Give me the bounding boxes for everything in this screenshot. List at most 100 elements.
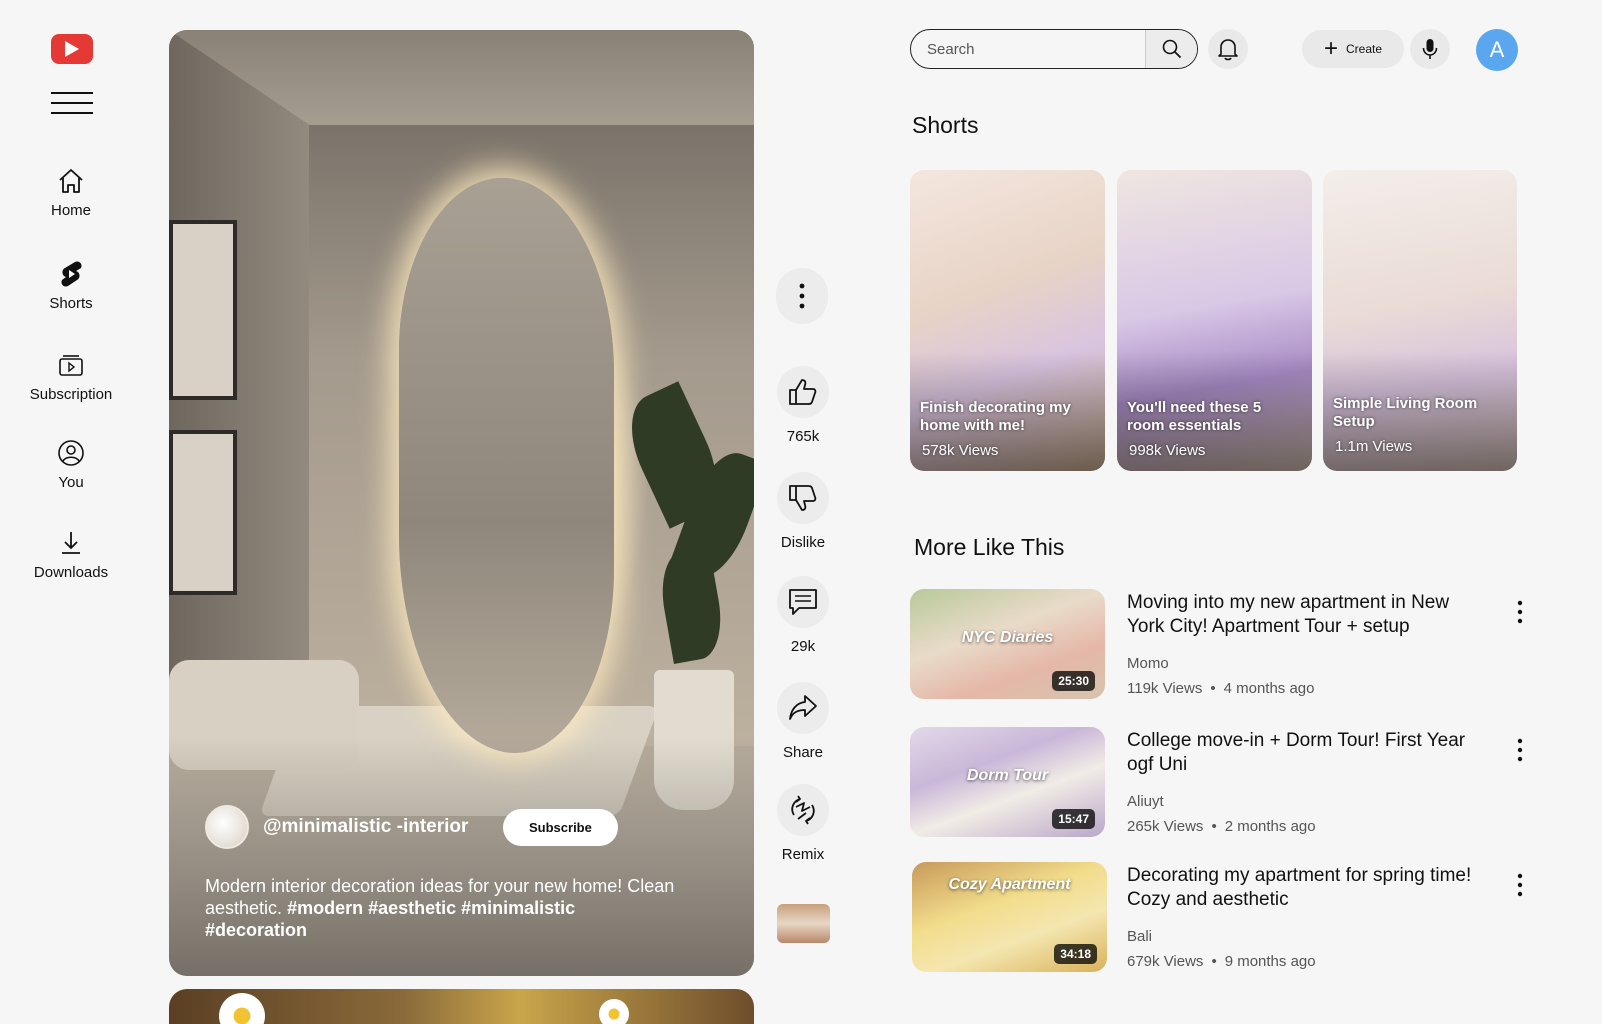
channel-avatar[interactable]: [205, 805, 249, 849]
play-icon: [65, 41, 79, 57]
video-age: 4 months ago: [1223, 680, 1315, 697]
account-avatar[interactable]: A: [1476, 29, 1518, 71]
short-title: Simple Living Room Setup: [1333, 395, 1478, 430]
short-description: Modern interior decoration ideas for you…: [205, 875, 675, 941]
subscribe-button[interactable]: Subscribe: [503, 808, 618, 846]
dislike-label: Dislike: [780, 534, 826, 551]
video-views: 265k Views: [1127, 818, 1204, 835]
youtube-logo[interactable]: [51, 34, 93, 64]
video-title[interactable]: College move-in + Dorm Tour! First Year …: [1127, 729, 1482, 777]
video-age: 9 months ago: [1224, 953, 1316, 970]
subscription-icon: [59, 355, 83, 376]
scene-frame: [169, 220, 237, 400]
separator-dot: •: [1210, 680, 1216, 697]
video-item: Cozy Apartment 34:18 Decorating my apart…: [910, 862, 1540, 974]
video-item: Dorm Tour 15:47 College move-in + Dorm T…: [910, 727, 1540, 839]
channel-name[interactable]: @minimalistic -interior: [263, 816, 503, 838]
comments-button[interactable]: 29k: [774, 576, 832, 655]
shorts-section-title: Shorts: [912, 112, 979, 138]
sidebar-item-label: You: [58, 474, 84, 491]
sidebar-item-label: Shorts: [49, 295, 93, 312]
video-age: 2 months ago: [1224, 818, 1316, 835]
sidebar-item-label: Subscription: [29, 386, 113, 403]
comment-count: 29k: [790, 638, 816, 655]
short-views: 578k Views: [922, 442, 999, 459]
scene-mirror: [399, 178, 614, 753]
sidebar-item-downloads[interactable]: Downloads: [20, 528, 122, 581]
video-meta: 119k Views • 4 months ago: [1127, 680, 1315, 697]
thumbnail-label: Dorm Tour: [966, 767, 1049, 784]
sidebar-item-you[interactable]: You: [20, 438, 122, 491]
user-icon: [58, 440, 84, 466]
more-vert-icon: [799, 283, 805, 309]
sound-thumbnail[interactable]: [777, 904, 830, 943]
sidebar-item-label: Downloads: [33, 564, 109, 581]
video-duration: 25:30: [1052, 671, 1095, 691]
sidebar-item-home[interactable]: Home: [20, 166, 122, 219]
home-icon: [59, 169, 83, 193]
thumbs-down-icon: [789, 485, 817, 511]
video-duration: 15:47: [1052, 809, 1095, 829]
scene-frame: [169, 430, 237, 595]
comment-icon: [789, 589, 817, 615]
thumbs-up-icon: [789, 379, 817, 405]
sidebar-item-label: Home: [50, 202, 91, 219]
download-icon: [62, 532, 80, 554]
channel-row: @minimalistic -interior Subscribe: [205, 805, 618, 849]
short-card[interactable]: Finish decorating my home with me! 578k …: [910, 170, 1105, 471]
share-button[interactable]: Share: [774, 682, 832, 761]
more-vert-icon: [1517, 600, 1523, 624]
more-like-this-title: More Like This: [914, 534, 1065, 560]
search-button[interactable]: [1145, 30, 1197, 68]
video-duration: 34:18: [1054, 944, 1097, 964]
remix-icon: [791, 795, 815, 825]
search-bar: [910, 29, 1198, 69]
more-vert-icon: [1517, 738, 1523, 762]
sidebar-item-shorts[interactable]: Shorts: [20, 259, 122, 312]
share-icon: [789, 695, 817, 720]
voice-search-button[interactable]: [1410, 29, 1450, 69]
short-title: You'll need these 5 room essentials: [1127, 399, 1262, 434]
dislike-button[interactable]: Dislike: [774, 472, 832, 551]
more-options-button[interactable]: [776, 268, 828, 324]
search-input[interactable]: [911, 30, 1145, 68]
short-card[interactable]: Simple Living Room Setup 1.1m Views: [1323, 170, 1517, 471]
video-more-button[interactable]: [1505, 733, 1535, 767]
video-thumbnail[interactable]: Dorm Tour 15:47: [910, 727, 1105, 837]
scene-flower: [599, 999, 629, 1024]
share-label: Share: [782, 744, 824, 761]
video-thumbnail[interactable]: NYC Diaries 25:30: [910, 589, 1105, 699]
video-title[interactable]: Decorating my apartment for spring time!…: [1127, 864, 1482, 912]
thumbnail-label: Cozy Apartment: [948, 876, 1071, 893]
thumbnail-label: NYC Diaries: [961, 629, 1054, 646]
next-short-preview[interactable]: [169, 989, 754, 1024]
remix-label: Remix: [781, 846, 825, 863]
short-views: 1.1m Views: [1335, 438, 1413, 455]
video-more-button[interactable]: [1505, 595, 1535, 629]
sidebar-item-subscription[interactable]: Subscription: [20, 350, 122, 403]
create-button[interactable]: + Create: [1302, 30, 1404, 68]
video-channel[interactable]: Momo: [1127, 655, 1169, 672]
plus-icon: +: [1323, 35, 1338, 62]
short-card[interactable]: You'll need these 5 room essentials 998k…: [1117, 170, 1312, 471]
remix-button[interactable]: Remix: [774, 784, 832, 863]
separator-dot: •: [1211, 953, 1217, 970]
video-more-button[interactable]: [1505, 868, 1535, 902]
video-views: 119k Views: [1127, 680, 1203, 697]
shorts-icon: [61, 261, 82, 287]
like-button[interactable]: 765k: [774, 366, 832, 445]
video-title[interactable]: Moving into my new apartment in New York…: [1127, 591, 1482, 639]
video-item: NYC Diaries 25:30 Moving into my new apa…: [910, 589, 1540, 701]
video-channel[interactable]: Aliuyt: [1127, 793, 1164, 810]
separator-dot: •: [1211, 818, 1217, 835]
short-title: Finish decorating my home with me!: [920, 399, 1071, 434]
notifications-button[interactable]: [1208, 29, 1248, 69]
video-views: 679k Views: [1127, 953, 1204, 970]
scene-flower: [219, 993, 265, 1024]
short-player[interactable]: @minimalistic -interior Subscribe Modern…: [169, 30, 754, 976]
video-meta: 679k Views • 9 months ago: [1127, 953, 1316, 970]
video-thumbnail[interactable]: Cozy Apartment 34:18: [912, 862, 1107, 972]
video-channel[interactable]: Bali: [1127, 928, 1152, 945]
video-meta: 265k Views • 2 months ago: [1127, 818, 1316, 835]
menu-icon[interactable]: [51, 92, 93, 116]
